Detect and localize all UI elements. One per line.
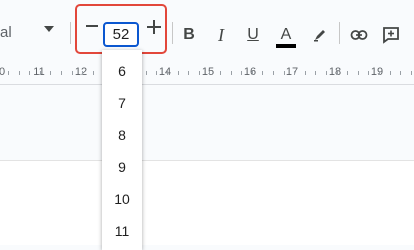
ruler-tick	[411, 71, 412, 75]
ruler-tick	[315, 71, 316, 75]
ruler-tick	[294, 71, 295, 75]
ruler-tick	[347, 71, 348, 75]
ruler-tick	[379, 71, 380, 75]
ruler-label: 14	[158, 66, 172, 78]
font-size-option[interactable]: 10	[102, 183, 142, 215]
ruler-tick	[241, 71, 242, 75]
ruler-tick	[29, 71, 30, 75]
ruler-tick	[61, 71, 62, 75]
ruler-tick	[167, 71, 168, 75]
ruler-tick	[93, 71, 94, 75]
ruler-tick	[390, 71, 391, 75]
font-size-option[interactable]: 7	[102, 87, 142, 119]
ruler-tick	[400, 71, 401, 75]
font-family-selector[interactable]: al	[0, 24, 12, 41]
ruler-tick	[209, 71, 210, 75]
ruler-tick	[220, 71, 221, 75]
font-size-input[interactable]: 52	[103, 22, 139, 47]
ruler-tick	[40, 71, 41, 75]
ruler-tick	[199, 71, 200, 75]
separator	[339, 22, 340, 44]
ruler-tick	[188, 71, 189, 75]
underline-button[interactable]: U	[242, 22, 264, 48]
font-size-option[interactable]: 9	[102, 151, 142, 183]
ruler-label: 16	[243, 66, 257, 78]
ruler-label: 17	[285, 66, 299, 78]
ruler-tick	[273, 71, 274, 75]
separator	[172, 22, 173, 44]
ruler-tick	[252, 71, 253, 75]
ruler-label: 19	[370, 66, 384, 78]
ruler-tick	[50, 71, 51, 75]
font-size-option[interactable]: 8	[102, 119, 142, 151]
ruler-tick	[72, 71, 73, 75]
italic-button[interactable]: I	[210, 22, 232, 48]
decrease-font-size-button[interactable]	[86, 25, 98, 27]
ruler-tick	[262, 71, 263, 75]
highlighter-icon[interactable]	[309, 22, 331, 48]
font-size-option[interactable]: 6	[102, 55, 142, 87]
ruler-label: 12	[74, 66, 88, 78]
text-color-swatch	[276, 44, 296, 48]
ruler-tick	[8, 71, 9, 75]
ruler-tick	[358, 71, 359, 75]
ruler-label: 18	[328, 66, 342, 78]
ruler-tick	[231, 71, 232, 75]
bold-button[interactable]: B	[178, 22, 200, 48]
font-size-dropdown: 6 7 8 9 10 11	[102, 50, 142, 250]
font-dropdown-caret-icon[interactable]	[44, 26, 54, 32]
add-comment-icon[interactable]	[380, 22, 402, 48]
link-icon[interactable]	[348, 22, 370, 48]
document-page[interactable]	[0, 160, 414, 245]
ruler-tick	[156, 71, 157, 75]
ruler-tick	[337, 71, 338, 75]
ruler: 0 11 12 13 14 15 16 17 18 19	[0, 62, 414, 84]
ruler-tick	[284, 71, 285, 75]
ruler-tick	[82, 71, 83, 75]
ruler-label: 15	[201, 66, 215, 78]
toolbar: al 52 B I U A	[0, 0, 414, 62]
ruler-tick	[178, 71, 179, 75]
font-size-option[interactable]: 11	[102, 215, 142, 247]
document-margin-area	[0, 85, 414, 160]
ruler-tick	[326, 71, 327, 75]
separator	[70, 22, 71, 44]
increase-font-size-button[interactable]	[147, 20, 161, 34]
ruler-tick	[19, 71, 20, 75]
ruler-tick	[146, 71, 147, 75]
ruler-tick	[368, 71, 369, 75]
ruler-tick	[305, 71, 306, 75]
